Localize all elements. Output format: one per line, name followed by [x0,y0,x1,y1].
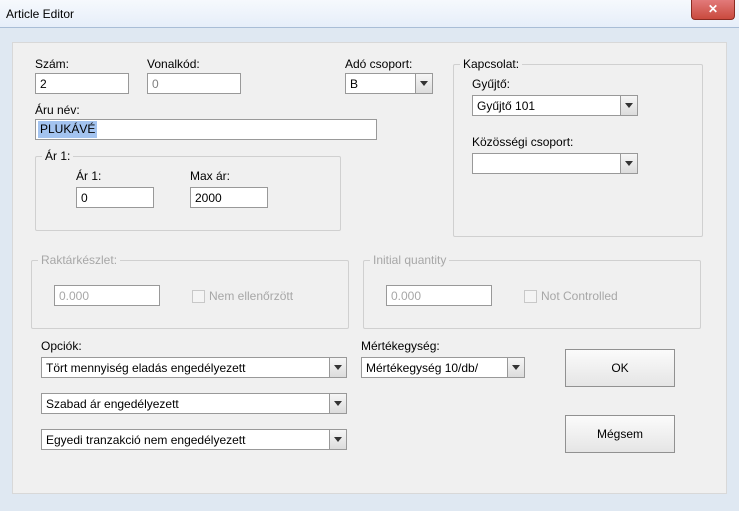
checkbox-not-controlled-label: Not Controlled [541,289,618,303]
label-ado-csoport: Adó csoport: [345,57,412,71]
select-gyujto-value: Gyűjtő 101 [473,99,620,113]
group-kapcsolat: Kapcsolat: Gyűjtő: Gyűjtő 101 Közösségi … [453,57,703,237]
window-title: Article Editor [6,7,74,21]
select-opcio-1-value: Tört mennyiség eladás engedélyezett [42,361,329,375]
select-opcio-2[interactable]: Szabad ár engedélyezett [41,393,347,414]
label-kozossegi: Közösségi csoport: [472,135,573,149]
select-kozossegi[interactable] [472,153,638,174]
label-vonalkod: Vonalkód: [147,57,200,71]
checkbox-nem-ellenorzott-label: Nem ellenőrzött [209,289,293,303]
select-mertekegyseg[interactable]: Mértékegység 10/db/ [361,357,525,378]
label-szam: Szám: [35,57,69,71]
input-aru-nev-value: PLUKÁVÉ [38,121,97,138]
close-icon: ✕ [708,2,718,16]
label-gyujto: Gyűjtő: [472,77,510,91]
chevron-down-icon [329,358,346,377]
input-raktarkeszlet [54,285,160,306]
group-initial-quantity-legend: Initial quantity [370,253,449,267]
input-ar1[interactable] [76,187,154,208]
select-mertekegyseg-value: Mértékegység 10/db/ [362,361,507,375]
chevron-down-icon [620,96,637,115]
checkbox-not-controlled: Not Controlled [524,289,618,303]
select-gyujto[interactable]: Gyűjtő 101 [472,95,638,116]
checkbox-box [192,290,205,303]
chevron-down-icon [329,394,346,413]
chevron-down-icon [329,430,346,449]
group-initial-quantity: Initial quantity Not Controlled [363,253,701,329]
label-mertekegyseg: Mértékegység: [361,339,440,353]
input-max-ar[interactable] [190,187,268,208]
chevron-down-icon [507,358,524,377]
cancel-button[interactable]: Mégsem [565,415,675,453]
select-opcio-2-value: Szabad ár engedélyezett [42,397,329,411]
label-ar1-inner: Ár 1: [76,169,101,183]
group-raktarkeszlet: Raktárkészlet: Nem ellenőrzött [31,253,349,329]
select-ado-csoport[interactable]: B [345,73,433,94]
input-initial-quantity [386,285,492,306]
input-aru-nev-wrapper[interactable]: PLUKÁVÉ [35,119,377,140]
ok-button[interactable]: OK [565,349,675,387]
titlebar: Article Editor ✕ [0,0,739,28]
select-ado-csoport-value: B [346,77,415,91]
label-aru-nev: Áru név: [35,103,80,117]
select-opcio-1[interactable]: Tört mennyiség eladás engedélyezett [41,357,347,378]
input-szam[interactable] [35,73,129,94]
group-ar1: Ár 1: Ár 1: Max ár: [35,149,341,231]
input-vonalkod[interactable] [147,73,241,94]
dialog-body: Szám: Vonalkód: Adó csoport: B Áru név: … [12,42,727,494]
checkbox-nem-ellenorzott: Nem ellenőrzött [192,289,293,303]
select-opcio-3-value: Egyedi tranzakció nem engedélyezett [42,433,329,447]
ok-button-label: OK [611,361,628,375]
cancel-button-label: Mégsem [597,427,643,441]
chevron-down-icon [415,74,432,93]
chevron-down-icon [620,154,637,173]
group-ar1-legend: Ár 1: [42,149,73,163]
group-raktarkeszlet-legend: Raktárkészlet: [38,253,120,267]
label-opciok: Opciók: [41,339,82,353]
close-button[interactable]: ✕ [691,0,735,20]
label-max-ar: Max ár: [190,169,230,183]
checkbox-box [524,290,537,303]
select-opcio-3[interactable]: Egyedi tranzakció nem engedélyezett [41,429,347,450]
group-kapcsolat-legend: Kapcsolat: [460,57,522,71]
